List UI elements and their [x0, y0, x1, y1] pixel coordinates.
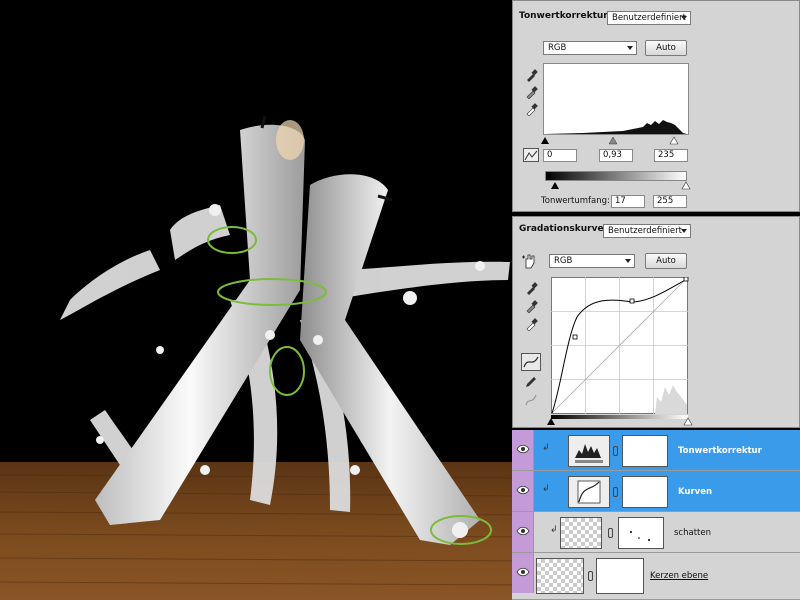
- white-eyedropper-icon[interactable]: [525, 102, 539, 116]
- output-gradient: [545, 171, 687, 181]
- layer-name: Tonwertkorrektur: [678, 446, 762, 456]
- clip-arrow-icon: ↲: [550, 525, 558, 535]
- eye-icon: [516, 444, 530, 454]
- curve-icon: [523, 356, 539, 368]
- curves-graph[interactable]: [551, 277, 689, 415]
- layer-mask-thumbnail: [618, 517, 664, 549]
- curves-preset-select[interactable]: Benutzerdefiniert: [603, 224, 691, 238]
- black-eyedropper-icon[interactable]: [525, 68, 539, 82]
- layer-thumbnail: [560, 517, 602, 549]
- levels-panel: Tonwertkorrektur Benutzerdefiniert RGB A…: [512, 0, 800, 212]
- output-white-field[interactable]: 255: [653, 195, 687, 208]
- layer-name: Kurven: [678, 487, 713, 497]
- chevron-down-icon: [627, 46, 633, 50]
- eye-icon: [516, 485, 530, 495]
- levels-title: Tonwertkorrektur: [519, 11, 608, 21]
- visibility-toggle[interactable]: [512, 471, 534, 511]
- link-icon[interactable]: [608, 528, 613, 538]
- histogram-icon: [575, 444, 603, 463]
- gray-eyedropper-icon[interactable]: [525, 85, 539, 99]
- output-black-field[interactable]: 17: [611, 195, 645, 208]
- levels-preset-value: Benutzerdefiniert: [612, 13, 686, 23]
- chevron-down-icon: [681, 229, 687, 233]
- curves-channel-select[interactable]: RGB: [549, 254, 635, 268]
- input-gamma-field[interactable]: 0,93: [599, 149, 633, 162]
- chevron-down-icon: [625, 259, 631, 263]
- curves-auto-button[interactable]: Auto: [645, 253, 687, 269]
- layer-mask-thumbnail: [622, 435, 668, 467]
- layer-name: schatten: [674, 528, 711, 538]
- layer-name: Kerzen ebene: [650, 571, 709, 581]
- black-eyedropper-icon[interactable]: [525, 281, 539, 295]
- output-label: Tonwertumfang:: [541, 196, 610, 206]
- clip-arrow-icon: ↲: [542, 484, 550, 494]
- curves-panel: Gradationskurven Benutzerdefiniert RGB A…: [512, 216, 800, 428]
- layers-panel: ↲ Tonwertkorrektur ↲ Kurven ↲ schatten K…: [512, 430, 800, 600]
- gray-eyedropper-icon[interactable]: [525, 299, 539, 313]
- eye-icon: [516, 526, 530, 536]
- curves-preset-value: Benutzerdefiniert: [608, 226, 682, 236]
- curves-icon: [577, 480, 601, 504]
- clipping-icon[interactable]: [523, 148, 539, 162]
- curves-slider[interactable]: [547, 417, 693, 426]
- input-black-field[interactable]: 0: [543, 149, 577, 162]
- mask-specks: [630, 531, 650, 541]
- chevron-down-icon: [681, 16, 687, 20]
- curves-adjustment-thumbnail: [568, 476, 610, 508]
- visibility-toggle[interactable]: [512, 430, 534, 470]
- levels-adjustment-thumbnail: [568, 435, 610, 467]
- clip-arrow-icon: ↲: [542, 443, 550, 453]
- link-icon[interactable]: [613, 487, 618, 497]
- pencil-icon[interactable]: [524, 375, 538, 389]
- white-eyedropper-icon[interactable]: [525, 317, 539, 331]
- smooth-curve-icon[interactable]: [524, 393, 538, 407]
- link-icon[interactable]: [588, 571, 593, 581]
- layer-mask-thumbnail: [622, 476, 668, 508]
- visibility-toggle[interactable]: [512, 512, 534, 552]
- input-white-field[interactable]: 235: [654, 149, 688, 162]
- eye-icon: [516, 567, 530, 577]
- levels-preset-select[interactable]: Benutzerdefiniert: [607, 11, 691, 25]
- visibility-toggle[interactable]: [512, 553, 534, 593]
- levels-channel-value: RGB: [548, 43, 567, 53]
- layer-row[interactable]: ↲ Kurven: [512, 471, 800, 512]
- curves-title: Gradationskurven: [519, 224, 610, 234]
- link-icon[interactable]: [613, 446, 618, 456]
- layer-row[interactable]: ↲ Tonwertkorrektur: [512, 430, 800, 471]
- layer-thumbnail: [536, 558, 584, 594]
- curves-channel-value: RGB: [554, 256, 573, 266]
- curve-point-tool[interactable]: [521, 353, 541, 371]
- levels-histogram: [543, 63, 689, 135]
- layer-row[interactable]: ↲ schatten: [512, 512, 800, 553]
- hand-adjust-icon[interactable]: [521, 253, 539, 269]
- levels-input-slider[interactable]: [541, 135, 691, 145]
- layer-mask-thumbnail: [596, 558, 644, 594]
- output-slider[interactable]: [543, 181, 693, 191]
- levels-channel-select[interactable]: RGB: [543, 41, 637, 55]
- levels-auto-button[interactable]: Auto: [645, 40, 687, 56]
- layer-row[interactable]: Kerzen ebene: [512, 553, 800, 600]
